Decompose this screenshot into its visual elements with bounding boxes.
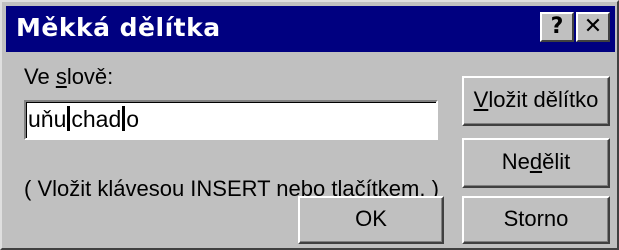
- word-input[interactable]: uňu chad o: [24, 100, 438, 140]
- word-label-prefix: Ve: [24, 64, 56, 89]
- hyphen-marker: [67, 106, 71, 131]
- nosplit-accesskey: d: [529, 149, 543, 174]
- ok-button[interactable]: OK: [298, 196, 444, 244]
- do-not-split-button[interactable]: Nedělit: [462, 138, 610, 188]
- nosplit-label-suffix: ělit: [542, 149, 571, 174]
- window-title: Měkká dělítka: [16, 13, 221, 42]
- word-label-suffix: lově:: [66, 64, 114, 89]
- dialog-window: Měkká dělítka ? ✕ Ve slově: uňu chad o ( V…: [0, 0, 619, 250]
- insert-accesskey: V: [473, 87, 489, 112]
- word-label-accesskey: s: [55, 64, 67, 89]
- close-icon[interactable]: ✕: [576, 12, 610, 42]
- word-part-1: uňu: [28, 106, 67, 132]
- title-bar[interactable]: Měkká dělítka ? ✕: [6, 6, 615, 52]
- insert-hyphen-button[interactable]: Vložit dělítko: [462, 76, 610, 126]
- hyphen-marker: [122, 106, 126, 131]
- word-part-3: o: [126, 106, 140, 132]
- word-part-2: chad: [71, 106, 122, 132]
- word-label: Ve slově:: [24, 64, 113, 90]
- cancel-button[interactable]: Storno: [462, 196, 610, 244]
- nosplit-label-prefix: Ne: [501, 149, 530, 174]
- help-icon[interactable]: ?: [540, 12, 574, 42]
- insert-label: ložit dělítko: [488, 87, 599, 112]
